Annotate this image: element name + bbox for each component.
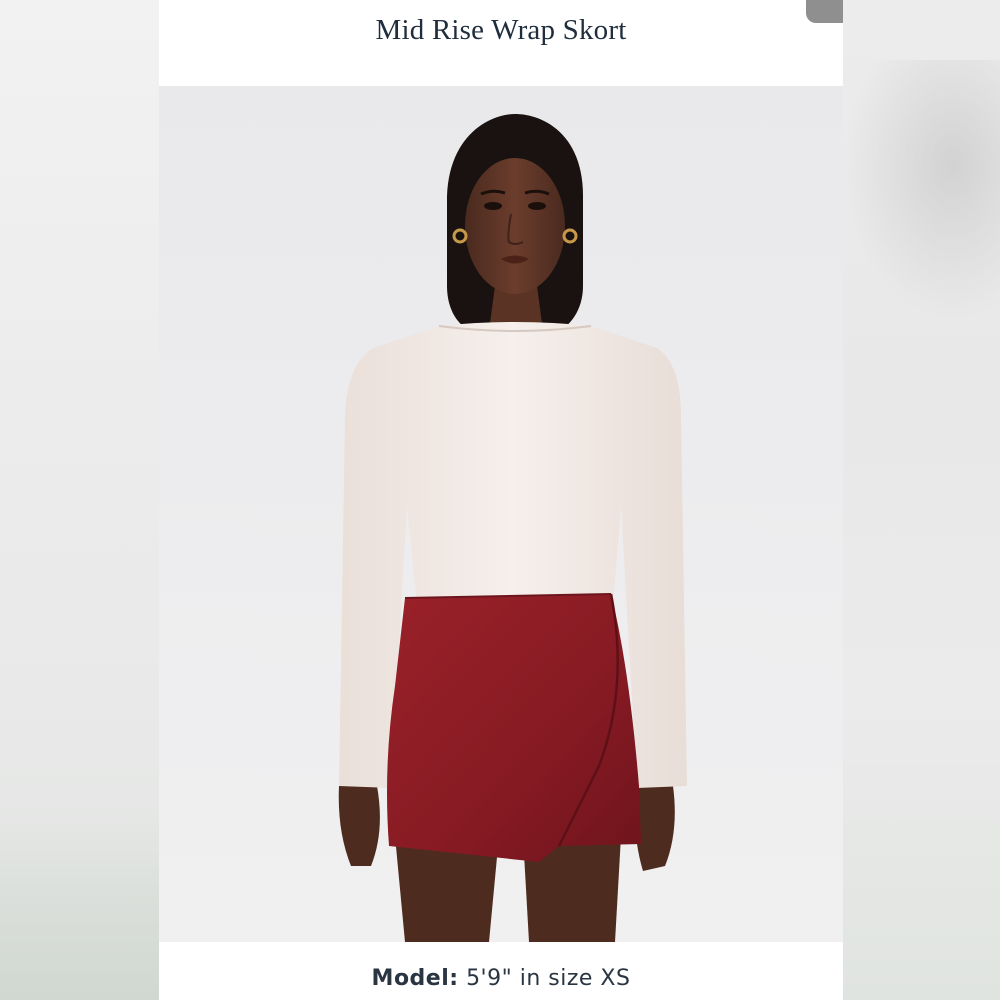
model-size-caption: Model: 5'9" in size XS	[159, 966, 843, 991]
caption-label: Model:	[371, 966, 459, 991]
right-background-shade	[843, 60, 1000, 320]
corner-tab[interactable]	[806, 0, 843, 23]
product-card: Mid Rise Wrap Skort Model: 5'9" in size …	[159, 0, 843, 1000]
right-background	[843, 0, 1000, 1000]
model-illustration	[338, 114, 687, 942]
left-background	[0, 0, 159, 1000]
product-photo[interactable]	[159, 86, 843, 942]
face	[465, 158, 565, 294]
product-title: Mid Rise Wrap Skort	[375, 14, 627, 46]
caption-text: 5'9" in size XS	[466, 966, 631, 991]
left-hand	[338, 786, 380, 866]
right-hand	[635, 786, 675, 871]
left-background-shade	[0, 820, 159, 1000]
skort	[387, 594, 641, 862]
